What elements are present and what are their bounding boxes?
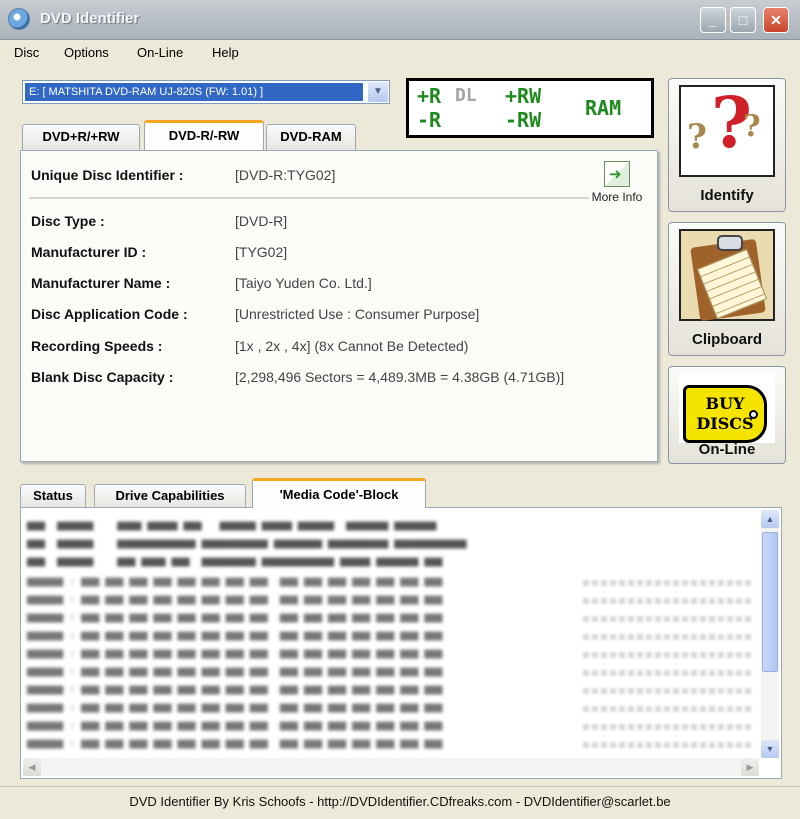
menu-help[interactable]: Help [212, 45, 239, 60]
identify-label: Identify [700, 187, 754, 204]
uid-label: Unique Disc Identifier : [31, 167, 184, 183]
info-value: [Unrestricted Use : Consumer Purpose] [235, 306, 480, 322]
info-label: Manufacturer Name : [31, 275, 171, 291]
buy-tag-icon: BUY DISCS [679, 373, 775, 443]
scroll-up-icon[interactable]: ▲ [761, 510, 779, 528]
tab-dvd-plus[interactable]: DVD+R/+RW [22, 124, 140, 150]
info-value: [1x , 2x , 4x] (8x Cannot Be Detected) [235, 338, 469, 354]
vertical-scrollbar[interactable]: ▲ ▼ [761, 510, 779, 758]
format-plus-rw: +RW [505, 84, 542, 108]
more-info-icon [604, 161, 630, 187]
info-value: [DVD-R] [235, 213, 288, 229]
app-icon [8, 8, 30, 30]
info-label: Recording Speeds : [31, 338, 163, 354]
menu-disc[interactable]: Disc [14, 45, 39, 60]
tab-drive-capabilities[interactable]: Drive Capabilities [94, 484, 246, 508]
format-plus-r: +R [417, 84, 442, 108]
buy-tag-text-2: DISCS [696, 414, 754, 433]
info-label: Manufacturer ID : [31, 244, 147, 260]
menu-options[interactable]: Options [64, 45, 109, 60]
maximize-icon: □ [738, 12, 748, 28]
uid-value: [DVD-R:TYG02] [235, 167, 336, 183]
close-button[interactable]: ✕ [763, 7, 789, 33]
scroll-right-icon[interactable]: ▶ [741, 758, 759, 776]
info-label: Blank Disc Capacity : [31, 369, 174, 385]
format-minus-r: -R [417, 108, 442, 132]
divider [29, 197, 589, 199]
scroll-thumb[interactable] [762, 532, 778, 672]
format-dl: DL [455, 85, 477, 106]
info-value: [Taiyo Yuden Co. Ltd.] [235, 275, 372, 291]
identify-button[interactable]: ??? Identify [668, 78, 786, 212]
question-marks-icon: ??? [679, 81, 775, 177]
minimize-button[interactable]: _ [700, 7, 726, 33]
drive-select[interactable]: E: [ MATSHITA DVD-RAM UJ-820S (FW: 1.01)… [22, 80, 390, 104]
tab-dvd-minus[interactable]: DVD-R/-RW [144, 120, 264, 150]
window-title: DVD Identifier [40, 10, 140, 27]
close-icon: ✕ [770, 12, 782, 28]
scroll-down-icon[interactable]: ▼ [761, 740, 779, 758]
buy-tag-text-1: BUY [705, 394, 745, 413]
online-label: On-Line [698, 441, 756, 458]
info-label: Disc Application Code : [31, 306, 188, 322]
more-info-button[interactable]: More Info [579, 161, 655, 204]
info-value: [TYG02] [235, 244, 288, 260]
info-label: Disc Type : [31, 213, 105, 229]
disc-info-panel: Unique Disc Identifier : [DVD-R:TYG02] M… [20, 150, 658, 462]
maximize-button[interactable]: □ [730, 7, 756, 33]
media-code-panel[interactable]: ▆▆▆ ▆▆▆▆▆▆ ▆▆▆▆ ▆▆▆▆▆ ▆▆▆ ▆▆▆▆▆▆ ▆▆▆▆▆ ▆… [20, 507, 782, 779]
horizontal-scrollbar[interactable]: ◀ ▶ [23, 758, 759, 776]
clipboard-label: Clipboard [692, 331, 762, 348]
online-button[interactable]: BUY DISCS On-Line [668, 366, 786, 464]
chevron-down-icon[interactable]: ▼ [368, 82, 388, 102]
hex-dump-area: ▆▆▆ ▆▆▆▆▆▆ ▆▆▆▆ ▆▆▆▆▆ ▆▆▆ ▆▆▆▆▆▆ ▆▆▆▆▆ ▆… [23, 510, 759, 758]
tab-dvd-ram[interactable]: DVD-RAM [266, 124, 356, 150]
title-bar[interactable]: DVD Identifier _ □ ✕ [0, 0, 800, 40]
status-bar: DVD Identifier By Kris Schoofs - http://… [0, 786, 800, 819]
format-minus-rw: -RW [505, 108, 542, 132]
clipboard-icon [679, 229, 775, 322]
drive-select-value: E: [ MATSHITA DVD-RAM UJ-820S (FW: 1.01)… [25, 83, 363, 101]
menu-online[interactable]: On-Line [137, 45, 183, 60]
menu-bar: Disc Options On-Line Help [0, 40, 800, 66]
scroll-left-icon[interactable]: ◀ [23, 758, 41, 776]
format-ram: RAM [585, 96, 622, 120]
more-info-label: More Info [591, 190, 643, 204]
minimize-icon: _ [709, 12, 717, 28]
tab-media-code-block[interactable]: 'Media Code'-Block [252, 478, 426, 508]
info-value: [2,298,496 Sectors = 4,489.3MB = 4.38GB … [235, 369, 565, 385]
format-indicator: +R DL +RW -R -RW RAM [406, 78, 654, 138]
clipboard-button[interactable]: Clipboard [668, 222, 786, 356]
tab-status[interactable]: Status [20, 484, 86, 508]
